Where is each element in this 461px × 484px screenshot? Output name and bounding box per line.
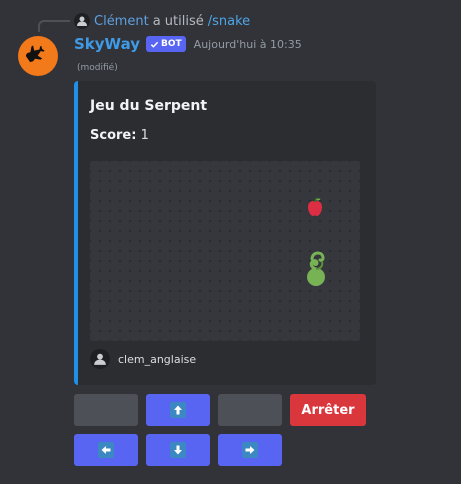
reply-connector bbox=[38, 20, 70, 32]
game-embed: Jeu du Serpent Score: 1 clem_anglaise bbox=[74, 81, 376, 385]
embed-footer: clem_anglaise bbox=[90, 349, 196, 369]
blank-button-right[interactable] bbox=[218, 394, 282, 426]
check-icon bbox=[150, 41, 159, 48]
score-value: 1 bbox=[140, 128, 149, 143]
blank-button-left[interactable] bbox=[74, 394, 138, 426]
message-header: SkyWay BOT Aujourd'hui à 10:35 bbox=[74, 35, 302, 53]
reply-username[interactable]: Clément bbox=[94, 14, 149, 29]
bot-badge: BOT bbox=[146, 36, 186, 52]
author-name[interactable]: SkyWay bbox=[74, 35, 140, 53]
down-arrow-icon bbox=[170, 442, 186, 458]
right-button[interactable] bbox=[218, 434, 282, 466]
reply-context: Clément a utilisé /snake bbox=[74, 12, 250, 30]
game-board bbox=[90, 161, 360, 341]
apple-icon bbox=[308, 197, 322, 216]
reply-verb: a utilisé bbox=[152, 13, 204, 29]
timestamp: Aujourd'hui à 10:35 bbox=[193, 37, 302, 51]
score-label: Score: bbox=[90, 128, 137, 143]
right-arrow-icon bbox=[242, 442, 258, 458]
user-avatar-icon[interactable] bbox=[74, 13, 90, 29]
left-button[interactable] bbox=[74, 434, 138, 466]
footer-avatar-icon bbox=[90, 349, 110, 369]
score-line: Score: 1 bbox=[90, 128, 149, 143]
airplane-icon bbox=[26, 45, 45, 63]
edited-label: (modifié) bbox=[77, 63, 118, 73]
footer-username: clem_anglaise bbox=[118, 352, 197, 366]
down-button[interactable] bbox=[146, 434, 210, 466]
embed-title: Jeu du Serpent bbox=[90, 98, 208, 114]
stop-button[interactable]: Arrêter bbox=[290, 394, 366, 426]
bot-avatar[interactable] bbox=[18, 36, 58, 76]
reply-command[interactable]: /snake bbox=[208, 14, 250, 29]
up-button[interactable] bbox=[146, 394, 210, 426]
snake-icon bbox=[307, 251, 325, 286]
bot-badge-label: BOT bbox=[161, 39, 182, 49]
up-arrow-icon bbox=[170, 402, 186, 418]
left-arrow-icon bbox=[98, 442, 114, 458]
